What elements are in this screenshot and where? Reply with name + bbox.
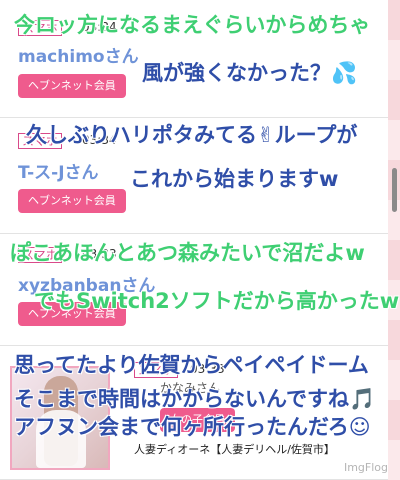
scrollbar-thumb[interactable]: [392, 168, 397, 212]
scrollbar[interactable]: [388, 0, 400, 480]
overlay-comment: アフヌン会まで何ヶ所行ったんだろ☺: [14, 415, 371, 439]
watermark: ImgFlog: [343, 461, 388, 474]
member-badge[interactable]: ヘブンネット会員: [18, 74, 126, 98]
overlay-comment: 今ロッ方になるまえぐらいからめちゃ: [14, 13, 371, 37]
user-name[interactable]: T-ス-Jさん: [18, 158, 99, 183]
member-badge[interactable]: ヘブンネット会員: [18, 189, 126, 213]
overlay-comment: そこまで時間はかからないんですね🎵: [14, 387, 376, 411]
overlay-comment: これから始まりますw: [130, 167, 339, 191]
overlay-comment: ぽこあほんとあつ森みたいで沼だよw: [10, 241, 365, 265]
overlay-comment: 風が強くなかった？💦: [142, 61, 358, 85]
shop-name[interactable]: 人妻ディオーネ【人妻デリヘル/佐賀市】: [134, 441, 335, 457]
overlay-comment: 思ってたより佐賀からペイペイドーム: [14, 353, 369, 377]
overlay-comment: 久しぶりハリポタみてる✌ループが: [26, 123, 358, 147]
user-name[interactable]: machimoさん: [18, 42, 139, 67]
overlay-comment: でもSwitch2ソフトだから高かったw: [34, 289, 400, 313]
